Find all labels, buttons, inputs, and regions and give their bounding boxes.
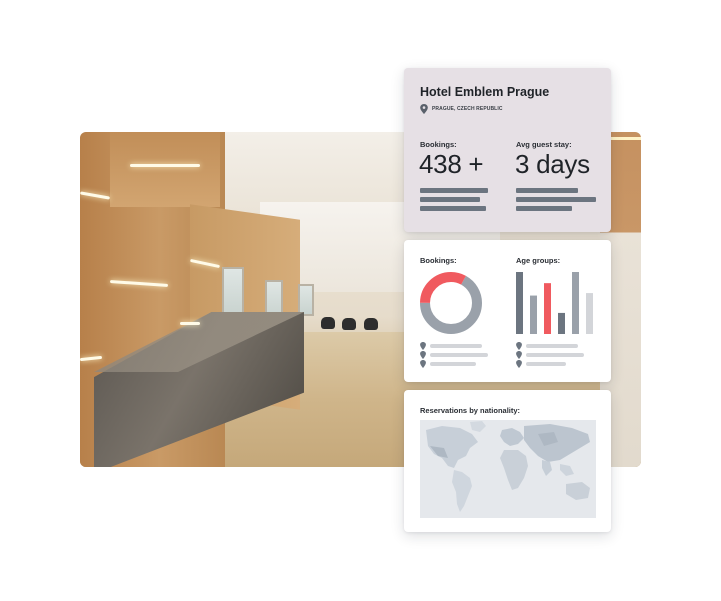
map-region-africa [500,450,528,490]
placeholder-line [516,206,572,211]
legend-placeholder [526,362,566,366]
bookings-donut-chart [420,272,482,334]
map-region-greenland [470,421,486,432]
age-groups-bar-chart [516,272,593,334]
legend-row [516,360,596,368]
age-group-bar-0 [516,272,523,334]
map-region-europe [500,428,524,446]
age-group-bar-4 [572,272,579,334]
lobby-window [222,267,244,316]
placeholder-line [420,188,488,193]
map-pin-icon [420,351,426,359]
placeholder-line [420,197,480,202]
age-group-bar-1 [530,295,537,334]
legend-row [420,351,500,359]
age-group-bar-3 [558,312,565,334]
map-pin-icon [516,342,522,350]
age-group-bar-2 [544,283,551,334]
placeholder-line [516,197,596,202]
map-pin-icon [516,351,522,359]
lobby-chair [364,318,378,330]
lobby-chair [321,317,335,329]
wood-panel [110,132,220,207]
bookings-chart-label: Bookings: [420,256,457,265]
map-region-southeast-asia [560,464,574,476]
legend-placeholder [526,353,584,357]
legend-row [516,342,596,350]
map-section-label: Reservations by nationality: [420,406,521,415]
hotel-location: PRAGUE, CZECH REPUBLIC [420,104,503,114]
map-region-australia [566,482,590,500]
world-map[interactable] [420,420,596,518]
legend-row [420,342,500,350]
map-region-asia [524,424,590,462]
map-region-south-america [452,470,472,512]
analytics-charts-card[interactable]: Bookings: Age groups: [404,240,611,382]
location-text: PRAGUE, CZECH REPUBLIC [432,106,503,112]
age-groups-chart-label: Age groups: [516,256,561,265]
legend-row [516,351,596,359]
bookings-stat-label: Bookings: [420,140,457,149]
hotel-summary-card[interactable]: Hotel Emblem Prague PRAGUE, CZECH REPUBL… [404,68,611,232]
legend-row [420,360,500,368]
legend-placeholder [430,362,476,366]
legend-placeholder [430,353,488,357]
map-pin-icon [420,360,426,368]
legend-placeholder [526,344,578,348]
led-light-strip [180,322,200,325]
map-pin-icon [516,360,522,368]
lobby-chair [342,318,356,330]
map-pin-icon [420,104,428,114]
lobby-window [298,284,314,316]
hotel-name: Hotel Emblem Prague [420,85,550,99]
map-pin-icon [420,342,426,350]
world-map-graphic [426,421,590,512]
led-light-strip [130,164,200,167]
placeholder-line [516,188,578,193]
nationality-map-card[interactable]: Reservations by nationality: [404,390,611,532]
map-region-india [542,460,552,476]
placeholder-line [420,206,486,211]
legend-placeholder [430,344,482,348]
avg-stay-stat-label: Avg guest stay: [516,140,572,149]
avg-stay-stat-value: 3 days [515,149,590,179]
bookings-stat-value: 438 + [419,149,484,179]
age-group-bar-5 [586,293,593,334]
